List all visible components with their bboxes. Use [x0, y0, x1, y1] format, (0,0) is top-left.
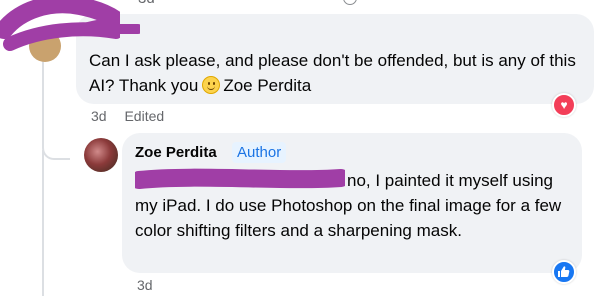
- smile-emoji-icon: [202, 76, 221, 94]
- thread-line: [42, 150, 44, 296]
- comment-text: Can I ask please, and please don't be of…: [89, 48, 589, 98]
- comment-body: Can I ask please, and please don't be of…: [89, 51, 576, 95]
- reply-bubble: Zoe Perdita Author no, I painted it myse…: [122, 133, 582, 273]
- thread-connector: [42, 60, 70, 160]
- heart-icon[interactable]: ♥: [552, 93, 576, 117]
- comment-timestamp[interactable]: 3d: [91, 108, 107, 124]
- redaction-mark: [80, 24, 140, 34]
- like-icon[interactable]: [552, 260, 576, 284]
- previous-comment-timestamp[interactable]: 3d: [138, 0, 155, 7]
- thumbs-up-icon: [558, 266, 570, 277]
- redaction-mark: [135, 168, 345, 189]
- comment-thread: 3d Can I ask please, and please don't be…: [0, 0, 602, 296]
- author-name[interactable]: Zoe Perdita: [135, 144, 217, 161]
- reply-timestamp[interactable]: 3d: [137, 277, 153, 293]
- author-badge: Author: [232, 142, 287, 163]
- comment-signature: Zoe Perdita: [223, 76, 312, 95]
- close-icon[interactable]: [343, 0, 357, 5]
- comment-meta: 3d Edited: [91, 108, 178, 124]
- avatar[interactable]: [84, 138, 118, 172]
- edited-label[interactable]: Edited: [124, 108, 164, 124]
- comment-bubble: Can I ask please, and please don't be of…: [76, 14, 594, 104]
